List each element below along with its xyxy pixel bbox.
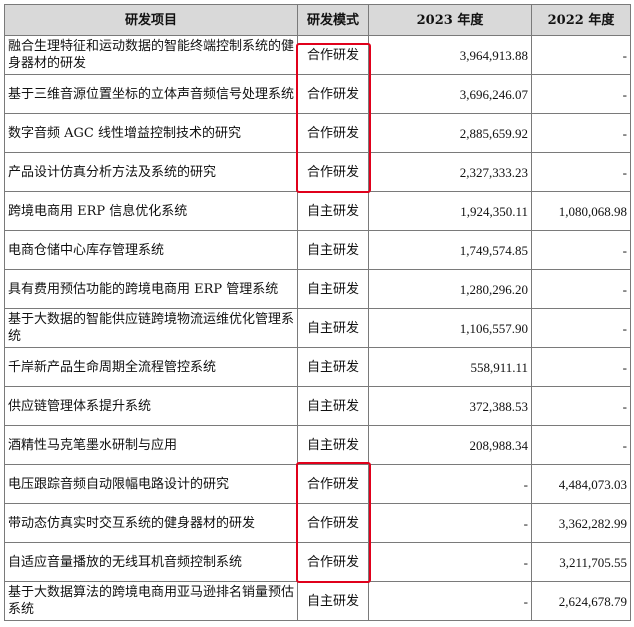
project-name-cell: 具有费用预估功能的跨境电商用 ERP 管理系统: [4, 269, 298, 309]
value-2022-cell: -: [531, 386, 631, 426]
table-row: 千岸新产品生命周期全流程管控系统 自主研发 558,911.11-: [4, 347, 631, 387]
table-row: 跨境电商用 ERP 信息优化系统 自主研发 1,924,350.11 1,080,06…: [4, 191, 631, 231]
table-row: 供应链管理体系提升系统 自主研发 372,388.53-: [4, 386, 631, 426]
project-name-cell: 基于大数据的智能供应链跨境物流运维优化管理系统: [4, 308, 298, 348]
value-2023-cell: -: [368, 542, 532, 582]
table-row: 自适应音量播放的无线耳机音频控制系统 合作研发 -3,211,705.55: [4, 542, 631, 582]
header-2022: 2022 年度: [531, 4, 631, 36]
value-2022-cell: -: [531, 230, 631, 270]
value-2023-cell: -: [368, 581, 532, 621]
value-2023-cell: 2,327,333.23: [368, 152, 532, 192]
value-2023-cell: 208,988.34: [368, 425, 532, 465]
value-2022-cell: -: [531, 74, 631, 114]
value-2023-cell: 1,106,557.90: [368, 308, 532, 348]
project-name-cell: 产品设计仿真分析方法及系统的研究: [4, 152, 298, 192]
value-2023-cell: 3,696,246.07: [368, 74, 532, 114]
table-row: 酒精性马克笔墨水研制与应用 自主研发 208,988.34-: [4, 425, 631, 465]
table-row: 产品设计仿真分析方法及系统的研究 合作研发 2,327,333.23-: [4, 152, 631, 192]
table-row: 基于大数据的智能供应链跨境物流运维优化管理系统 自主研发 1,106,557.90-: [4, 308, 631, 348]
value-2022-cell: -: [531, 347, 631, 387]
table-row: 融合生理特征和运动数据的智能终端控制系统的健身器材的研发 合作研发 3,964,91…: [4, 35, 631, 75]
value-2023-cell: -: [368, 503, 532, 543]
table-row: 基于三维音源位置坐标的立体声音频信号处理系统 合作研发 3,696,246.07-: [4, 74, 631, 114]
mode-cell: 合作研发: [297, 74, 369, 114]
rd-projects-table: 研发项目 研发模式 2023 年度 2022 年度 融合生理特征和运动数据的智能…: [4, 4, 631, 621]
value-2022-cell: 3,211,705.55: [531, 542, 631, 582]
header-2023: 2023 年度: [368, 4, 532, 36]
project-name-cell: 跨境电商用 ERP 信息优化系统: [4, 191, 298, 231]
value-2023-cell: 558,911.11: [368, 347, 532, 387]
value-2022-cell: -: [531, 35, 631, 75]
value-2023-cell: 1,924,350.11: [368, 191, 532, 231]
header-mode: 研发模式: [297, 4, 369, 36]
project-name-cell: 基于三维音源位置坐标的立体声音频信号处理系统: [4, 74, 298, 114]
value-2022-cell: 4,484,073.03: [531, 464, 631, 504]
value-2023-cell: 3,964,913.88: [368, 35, 532, 75]
mode-cell: 自主研发: [297, 425, 369, 465]
project-name-cell: 数字音频 AGC 线性增益控制技术的研究: [4, 113, 298, 153]
mode-cell: 自主研发: [297, 347, 369, 387]
value-2022-cell: 2,624,678.79: [531, 581, 631, 621]
value-2022-cell: 1,080,068.98: [531, 191, 631, 231]
project-name-cell: 融合生理特征和运动数据的智能终端控制系统的健身器材的研发: [4, 35, 298, 75]
mode-cell: 自主研发: [297, 191, 369, 231]
mode-cell: 自主研发: [297, 581, 369, 621]
table-row: 数字音频 AGC 线性增益控制技术的研究 合作研发 2,885,659.92-: [4, 113, 631, 153]
table-row: 电压跟踪音频自动限幅电路设计的研究 合作研发 -4,484,073.03: [4, 464, 631, 504]
mode-cell: 合作研发: [297, 152, 369, 192]
table-row: 带动态仿真实时交互系统的健身器材的研发 合作研发 -3,362,282.99: [4, 503, 631, 543]
project-name-cell: 千岸新产品生命周期全流程管控系统: [4, 347, 298, 387]
value-2022-cell: -: [531, 269, 631, 309]
project-name-cell: 供应链管理体系提升系统: [4, 386, 298, 426]
project-name-cell: 基于大数据算法的跨境电商用亚马逊排名销量预估系统: [4, 581, 298, 621]
value-2023-cell: 372,388.53: [368, 386, 532, 426]
value-2022-cell: -: [531, 113, 631, 153]
table-body: 融合生理特征和运动数据的智能终端控制系统的健身器材的研发 合作研发 3,964,91…: [4, 35, 631, 621]
project-name-cell: 自适应音量播放的无线耳机音频控制系统: [4, 542, 298, 582]
value-2023-cell: 1,749,574.85: [368, 230, 532, 270]
mode-cell: 合作研发: [297, 464, 369, 504]
mode-cell: 自主研发: [297, 230, 369, 270]
value-2023-cell: -: [368, 464, 532, 504]
mode-cell: 合作研发: [297, 35, 369, 75]
project-name-cell: 带动态仿真实时交互系统的健身器材的研发: [4, 503, 298, 543]
value-2022-cell: -: [531, 308, 631, 348]
header-project: 研发项目: [4, 4, 298, 36]
mode-cell: 自主研发: [297, 269, 369, 309]
value-2022-cell: -: [531, 152, 631, 192]
mode-cell: 自主研发: [297, 386, 369, 426]
table-row: 具有费用预估功能的跨境电商用 ERP 管理系统 自主研发 1,280,296.20-: [4, 269, 631, 309]
table-row: 电商仓储中心库存管理系统 自主研发 1,749,574.85-: [4, 230, 631, 270]
value-2022-cell: -: [531, 425, 631, 465]
value-2022-cell: 3,362,282.99: [531, 503, 631, 543]
project-name-cell: 电压跟踪音频自动限幅电路设计的研究: [4, 464, 298, 504]
project-name-cell: 电商仓储中心库存管理系统: [4, 230, 298, 270]
header-row: 研发项目 研发模式 2023 年度 2022 年度: [4, 4, 631, 36]
mode-cell: 自主研发: [297, 308, 369, 348]
mode-cell: 合作研发: [297, 503, 369, 543]
value-2023-cell: 2,885,659.92: [368, 113, 532, 153]
value-2023-cell: 1,280,296.20: [368, 269, 532, 309]
project-name-cell: 酒精性马克笔墨水研制与应用: [4, 425, 298, 465]
table-row: 基于大数据算法的跨境电商用亚马逊排名销量预估系统 自主研发 -2,624,678.7…: [4, 581, 631, 621]
mode-cell: 合作研发: [297, 542, 369, 582]
mode-cell: 合作研发: [297, 113, 369, 153]
